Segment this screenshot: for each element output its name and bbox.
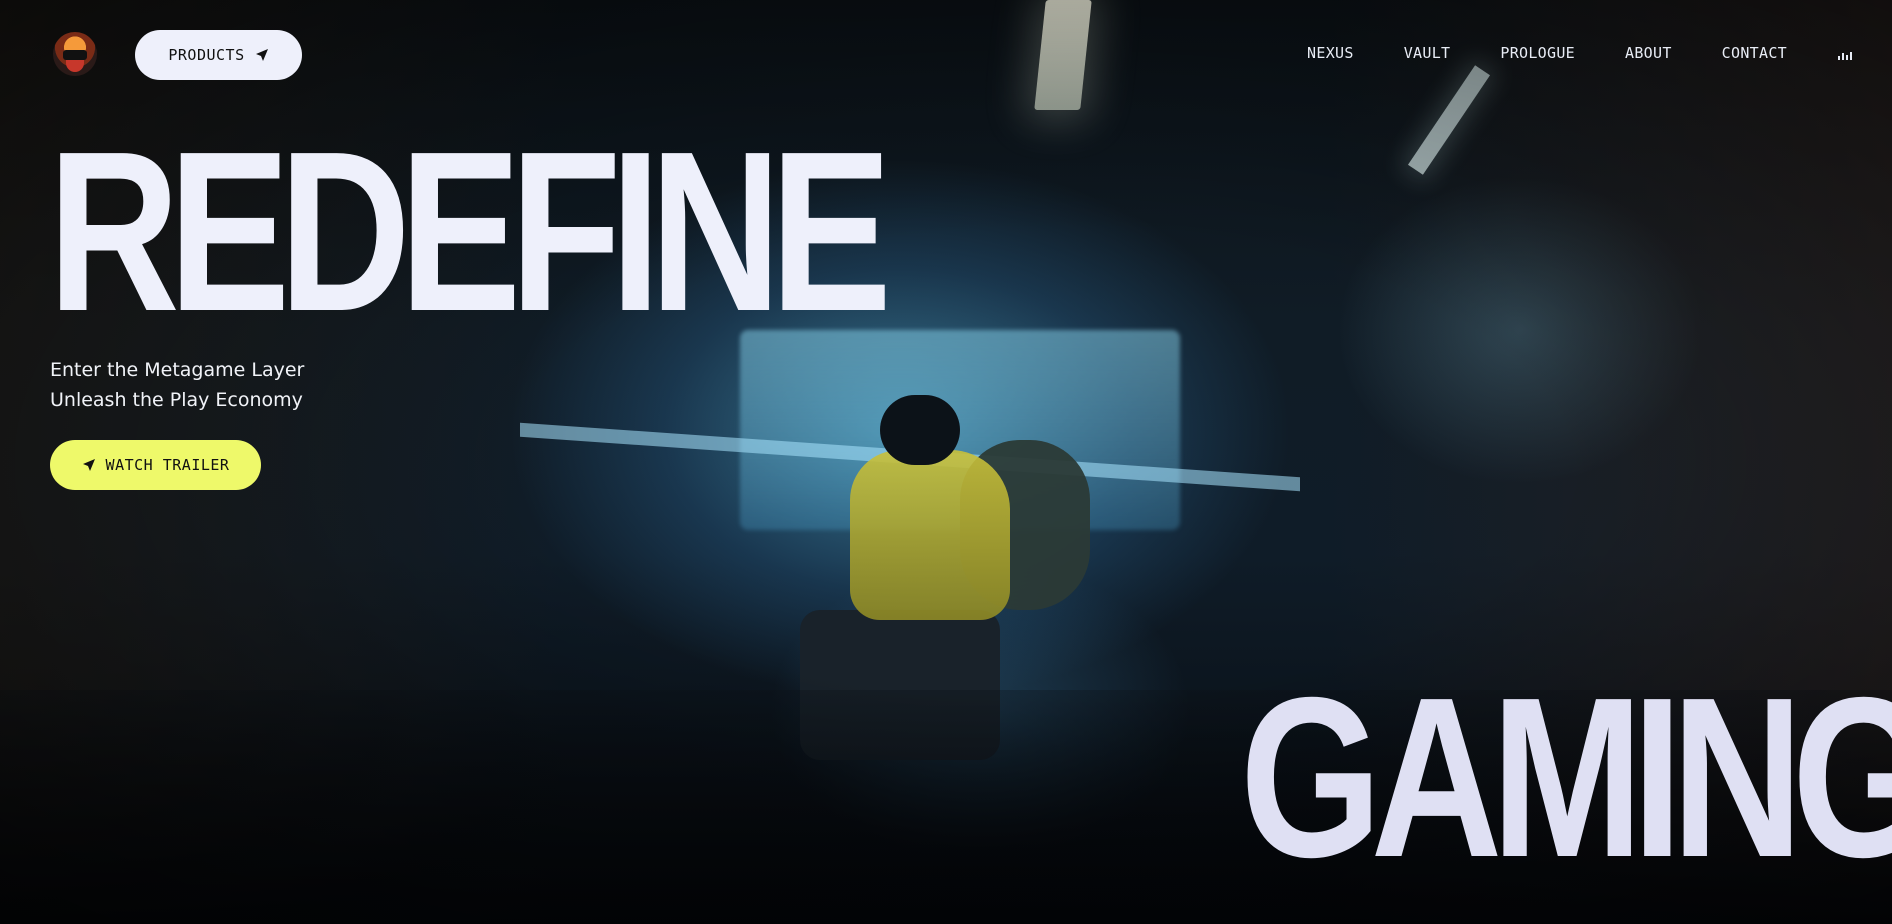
nav-links: NEXUS VAULT PROLOGUE ABOUT CONTACT <box>1307 44 1787 62</box>
nav-link-vault[interactable]: VAULT <box>1404 44 1451 62</box>
audio-bar <box>1850 52 1852 60</box>
nav-link-about[interactable]: ABOUT <box>1625 44 1672 62</box>
ninja-avatar-logo[interactable] <box>53 32 97 76</box>
products-button-label: PRODUCTS <box>168 46 245 64</box>
watch-trailer-label: WATCH TRAILER <box>105 456 230 474</box>
subtitle-line-2: Unleash the Play Economy <box>50 389 303 411</box>
audio-bars-icon[interactable] <box>1838 50 1852 60</box>
audio-bar <box>1846 55 1848 60</box>
products-button[interactable]: PRODUCTS <box>135 30 302 80</box>
headline-redefine: REDEFINE <box>48 105 892 359</box>
hero-section: PRODUCTS NEXUS VAULT PROLOGUE ABOUT CONT… <box>0 0 1892 924</box>
logo-mask <box>63 50 87 60</box>
nav-link-prologue[interactable]: PROLOGUE <box>1500 44 1575 62</box>
nav-link-contact[interactable]: CONTACT <box>1722 44 1787 62</box>
hero-subtitle: Enter the Metagame Layer Unleash the Pla… <box>50 355 304 415</box>
logo-face <box>66 60 84 72</box>
navigation-arrow-icon <box>82 459 95 471</box>
audio-bar <box>1842 53 1844 60</box>
nav-link-nexus[interactable]: NEXUS <box>1307 44 1354 62</box>
subtitle-line-1: Enter the Metagame Layer <box>50 359 305 381</box>
headline-gaming: GAMING <box>1240 651 1892 905</box>
navigation-arrow-icon <box>255 49 268 61</box>
watch-trailer-button[interactable]: WATCH TRAILER <box>50 440 261 490</box>
audio-bar <box>1838 56 1840 60</box>
top-navigation: PRODUCTS NEXUS VAULT PROLOGUE ABOUT CONT… <box>0 0 1892 112</box>
